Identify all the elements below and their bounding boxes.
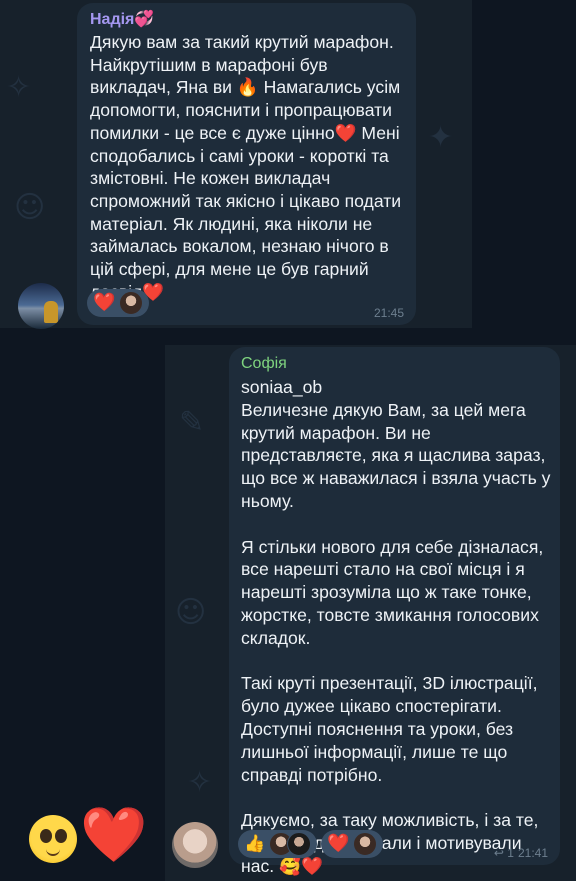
message-bubble[interactable]: Софія soniaa_ob Величезне дякую Вам, за … [229,347,560,876]
red-heart-emoji: ❤️ [80,803,148,866]
pleading-face-emoji [29,815,77,863]
reactor-avatar [353,832,378,856]
mouth [46,848,60,856]
reactor-avatar [287,832,312,856]
background-doodle: ✎ [179,405,205,440]
sender-avatar[interactable] [18,283,64,329]
heart-reaction-icon: ❤️ [93,292,116,313]
background-doodle: ✦ [428,120,454,155]
reaction-chip[interactable]: ❤️ [321,830,384,858]
message-text: Дякую вам за такий крутий марафон. Найкр… [90,32,402,302]
message-bubble[interactable]: Надія💞 Дякую вам за такий крутий марафон… [77,3,416,325]
message-text: soniaa_ob Величезне дякую Вам, за цей ме… [241,377,551,876]
reaction-chip[interactable]: ❤️ [87,289,150,317]
background-doodle: ☺ [175,595,207,630]
background-doodle: ✧ [187,765,213,800]
reaction-chip[interactable]: 👍 [238,830,318,858]
sender-name[interactable]: Надія💞 [90,9,154,29]
eye [40,829,52,843]
message-time: 21:41 [517,846,548,860]
background-doodle: ☺ [14,190,46,225]
message-time: 21:45 [373,306,404,320]
eye [55,829,67,843]
sender-name[interactable]: Софія [241,355,287,373]
thumbs-up-reaction-icon: 👍 [244,833,266,854]
replies-count[interactable]: ↩ 1 [494,846,514,860]
heart-reaction-icon: ❤️ [327,833,350,854]
message-meta: ↩ 1 21:41 [494,846,548,860]
sender-avatar[interactable] [172,822,218,868]
reactor-avatar [119,291,144,315]
background-doodle: ✧ [6,70,32,105]
